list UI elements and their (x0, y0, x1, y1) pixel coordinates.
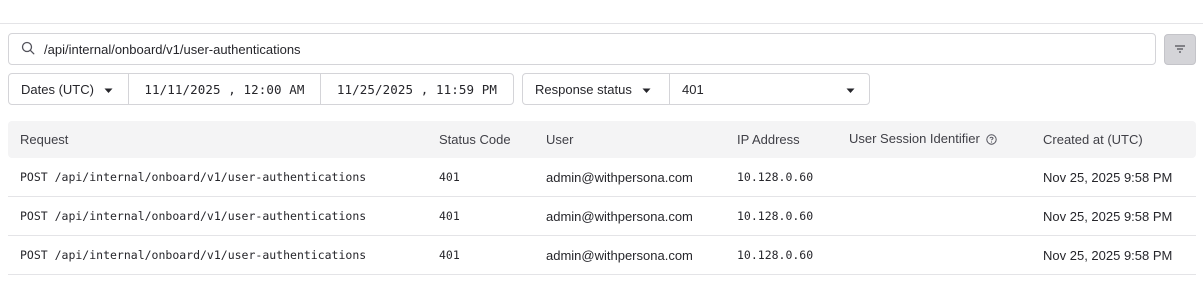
header-created-at: Created at (UTC) (1043, 132, 1143, 147)
table-row[interactable]: POST /api/internal/onboard/v1/user-authe… (8, 236, 1196, 275)
cell-status-code: 401 (439, 248, 460, 262)
cell-request: POST /api/internal/onboard/v1/user-authe… (20, 248, 367, 262)
cell-status-code: 401 (439, 170, 460, 184)
header-status-code: Status Code (439, 132, 511, 147)
caret-down-icon (104, 82, 113, 97)
end-date-input[interactable]: 11/25/2025 , 11:59 PM (321, 74, 513, 104)
cell-user: admin@withpersona.com (546, 208, 693, 224)
header-request: Request (20, 132, 69, 147)
search-icon (21, 41, 35, 58)
start-date-input[interactable]: 11/11/2025 , 12:00 AM (129, 74, 321, 104)
cell-ip-address: 10.128.0.60 (737, 209, 814, 223)
response-status-select[interactable]: 401 (670, 74, 869, 104)
filter-button[interactable] (1164, 34, 1196, 65)
header-user: User (546, 132, 574, 147)
help-circle-icon[interactable] (986, 133, 997, 148)
cell-status-code: 401 (439, 209, 460, 223)
dates-label: Dates (UTC) (21, 81, 94, 97)
header-ip-address: IP Address (737, 132, 800, 147)
cell-created-at: Nov 25, 2025 9:58 PM (1043, 169, 1173, 185)
top-divider (0, 23, 1203, 24)
cell-request: POST /api/internal/onboard/v1/user-authe… (20, 209, 367, 223)
end-date-value: 11/25/2025 , 11:59 PM (336, 81, 498, 97)
search-input[interactable] (44, 41, 1124, 57)
table-header: Request Status Code User IP Address User… (8, 121, 1196, 158)
cell-created-at: Nov 25, 2025 9:58 PM (1043, 247, 1173, 263)
date-range-filter: Dates (UTC) 11/11/2025 , 12:00 AM 11/25/… (8, 73, 514, 105)
search-box[interactable] (8, 33, 1156, 65)
start-date-value: 11/11/2025 , 12:00 AM (144, 81, 305, 97)
response-status-filter: Response status 401 (522, 73, 870, 105)
caret-down-icon (642, 82, 651, 97)
dates-dropdown[interactable]: Dates (UTC) (9, 74, 129, 104)
response-status-value: 401 (682, 81, 704, 97)
table-row[interactable]: POST /api/internal/onboard/v1/user-authe… (8, 197, 1196, 236)
cell-ip-address: 10.128.0.60 (737, 170, 814, 184)
cell-user: admin@withpersona.com (546, 247, 693, 263)
table-row[interactable]: POST /api/internal/onboard/v1/user-authe… (8, 158, 1196, 197)
response-status-label: Response status (535, 81, 632, 97)
response-status-dropdown[interactable]: Response status (523, 74, 670, 104)
caret-down-icon (846, 82, 855, 97)
cell-created-at: Nov 25, 2025 9:58 PM (1043, 208, 1173, 224)
cell-ip-address: 10.128.0.60 (737, 248, 814, 262)
header-session-identifier: User Session Identifier (837, 131, 1031, 147)
header-session-label: User Session Identifier (849, 131, 980, 147)
cell-request: POST /api/internal/onboard/v1/user-authe… (20, 170, 367, 184)
cell-user: admin@withpersona.com (546, 169, 693, 185)
requests-table: Request Status Code User IP Address User… (8, 121, 1196, 275)
filter-icon (1174, 42, 1186, 57)
